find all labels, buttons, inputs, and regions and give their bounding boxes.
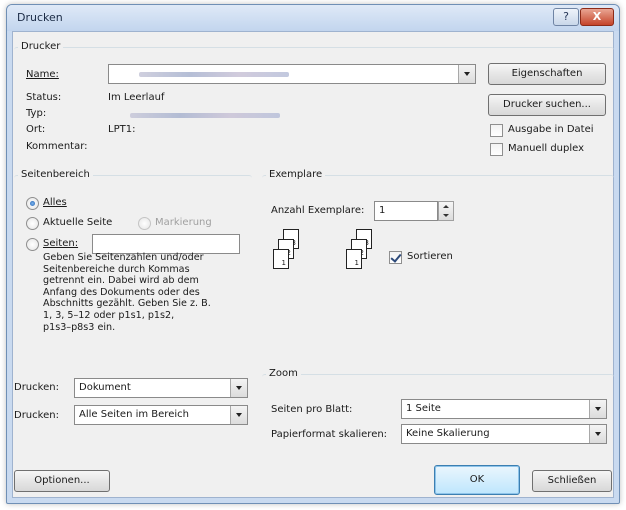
print-to-file-label[interactable]: Ausgabe in Datei (508, 124, 594, 135)
scale-select[interactable]: Keine Skalierung (401, 424, 607, 444)
location-value: LPT1: (108, 124, 136, 135)
print-range-select[interactable]: Alle Seiten im Bereich (74, 405, 248, 425)
options-button[interactable]: Optionen... (14, 470, 110, 492)
collate-page-icon: 1 (273, 249, 289, 269)
print-to-file-checkbox[interactable] (490, 124, 503, 137)
print-range-label: Drucken: (14, 410, 59, 421)
status-label: Status: (26, 92, 62, 103)
copies-spinner[interactable] (438, 201, 454, 221)
properties-button[interactable]: Eigenschaften (488, 63, 606, 85)
manual-duplex-label[interactable]: Manuell duplex (508, 143, 584, 154)
close-button[interactable]: Schließen (532, 470, 612, 492)
scale-label: Papierformat skalieren: (271, 429, 388, 440)
chevron-down-icon[interactable] (230, 406, 247, 424)
all-pages-label[interactable]: Alles (43, 197, 67, 208)
page-range-help-text: Geben Sie Seitenzahlen und/oder Seitenbe… (43, 252, 211, 333)
pages-per-sheet-label: Seiten pro Blatt: (271, 404, 353, 415)
printer-group-title: Drucker (18, 41, 64, 52)
printer-name-select[interactable] (108, 64, 476, 84)
pages-per-sheet-value: 1 Seite (406, 403, 441, 414)
pages-label[interactable]: Seiten: (43, 238, 78, 249)
current-page-radio[interactable] (26, 217, 39, 230)
copies-count-input[interactable]: 1 (374, 201, 438, 221)
print-what-select[interactable]: Dokument (74, 378, 248, 398)
location-label: Ort: (26, 124, 46, 135)
scale-value: Keine Skalierung (406, 428, 490, 439)
help-button[interactable]: ? (553, 8, 579, 26)
collate-page-icon: 1 (346, 249, 362, 269)
page-range-group-title: Seitenbereich (18, 169, 93, 180)
print-range-value: Alle Seiten im Bereich (79, 409, 189, 420)
all-pages-radio[interactable] (26, 197, 39, 210)
zoom-group-title: Zoom (266, 368, 301, 379)
chevron-down-icon[interactable] (589, 425, 606, 443)
ok-button[interactable]: OK (434, 465, 520, 495)
selection-label: Markierung (155, 217, 212, 228)
printer-name-label: Name: (26, 69, 59, 80)
type-label: Typ: (26, 108, 47, 119)
print-what-value: Dokument (79, 382, 131, 393)
pages-input[interactable] (92, 234, 240, 254)
status-value: Im Leerlauf (108, 92, 165, 103)
title-bar: Drucken ? X (7, 5, 619, 31)
printer-name-redacted (139, 72, 289, 77)
collate-label[interactable]: Sortieren (407, 251, 453, 262)
close-window-button[interactable]: X (580, 8, 614, 26)
chevron-down-icon[interactable] (458, 65, 475, 83)
selection-radio (138, 217, 151, 230)
manual-duplex-checkbox[interactable] (490, 143, 503, 156)
copies-group-title: Exemplare (266, 169, 326, 180)
print-what-label: Drucken: (14, 382, 59, 393)
chevron-down-icon[interactable] (230, 379, 247, 397)
comment-label: Kommentar: (26, 141, 88, 152)
type-value-redacted (130, 113, 280, 118)
pages-radio[interactable] (26, 238, 39, 251)
chevron-down-icon[interactable] (589, 400, 606, 418)
current-page-label[interactable]: Aktuelle Seite (43, 217, 112, 228)
pages-per-sheet-select[interactable]: 1 Seite (401, 399, 607, 419)
dialog-title: Drucken (17, 11, 63, 24)
collate-checkbox[interactable] (389, 251, 402, 264)
find-printer-button[interactable]: Drucker suchen... (488, 94, 606, 116)
copies-count-label: Anzahl Exemplare: (271, 205, 365, 216)
